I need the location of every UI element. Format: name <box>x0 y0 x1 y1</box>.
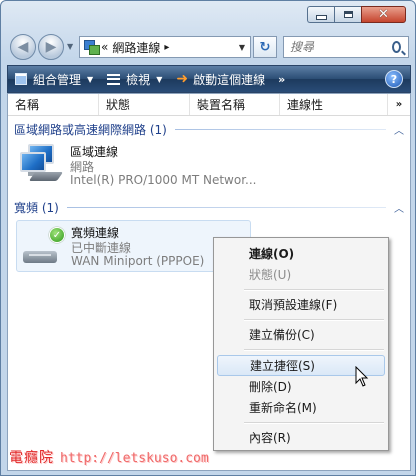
menu-item-cancel-default[interactable]: 取消預設連線(F) <box>217 294 385 315</box>
broadband-connection-icon: ✓ <box>19 225 65 269</box>
menu-separator <box>244 289 384 291</box>
chevron-down-icon: ▼ <box>156 74 163 84</box>
search-input[interactable] <box>284 39 392 55</box>
search-box[interactable] <box>283 36 409 58</box>
column-name[interactable]: 名稱 <box>8 94 99 115</box>
close-button[interactable]: ✕ <box>361 6 406 23</box>
refresh-button[interactable]: ↻ <box>253 36 277 58</box>
organize-label: 組合管理 <box>33 72 82 87</box>
group-header-broadband[interactable]: 寬頻 (1) ︿ <box>14 199 404 215</box>
watermark: 電癮院 http://letskuso.com <box>9 447 209 467</box>
views-button[interactable]: 檢視 ▼ <box>100 66 169 92</box>
start-connection-label: 啟動這個連線 <box>193 72 266 87</box>
group-divider <box>174 128 386 130</box>
explorer-window: ✕ ◀ ▶ ▼ « 網路連線 ▸ ▼ ↻ 組合管理 ▼ 檢視 ▼ ➜ 啟動這個連… <box>0 0 416 476</box>
refresh-icon: ↻ <box>259 39 271 55</box>
address-prefix[interactable]: « <box>101 40 108 54</box>
group-title: 區域網路或高速網際網路 (1) <box>14 122 167 137</box>
context-menu: 連線(O) 狀態(U) 取消預設連線(F) 建立備份(C) 建立捷徑(S) 刪除… <box>213 237 389 451</box>
mouse-pointer-icon <box>355 366 369 387</box>
menu-item-connect[interactable]: 連線(O) <box>217 243 385 264</box>
minimize-button[interactable] <box>307 6 334 23</box>
command-bar: 組合管理 ▼ 檢視 ▼ ➜ 啟動這個連線 » ? <box>7 65 411 93</box>
column-connectivity[interactable]: 連線性 <box>280 94 388 115</box>
connect-arrow-icon: ➜ <box>176 71 189 87</box>
list-item[interactable]: 區域連線 網路 Intel(R) PRO/1000 MT Networ... <box>16 140 257 192</box>
menu-item-create-copy[interactable]: 建立備份(C) <box>217 324 385 345</box>
views-label: 檢視 <box>126 72 151 87</box>
menu-item-status: 狀態(U) <box>249 268 292 282</box>
organize-icon <box>15 73 27 85</box>
menu-item-rename[interactable]: 重新命名(M) <box>217 397 385 418</box>
column-more-button[interactable]: » <box>388 94 410 115</box>
connection-device: Intel(R) PRO/1000 MT Networ... <box>70 173 257 187</box>
back-button[interactable]: ◀ <box>10 34 36 60</box>
forward-arrow-icon: ▶ <box>45 39 57 55</box>
toolbar-more-button[interactable]: » <box>272 73 291 86</box>
recent-pages-dropdown[interactable]: ▼ <box>67 42 73 51</box>
chevron-down-icon: ▼ <box>87 74 94 84</box>
group-title: 寬頻 (1) <box>14 200 59 215</box>
search-icon[interactable] <box>392 41 401 53</box>
views-icon <box>107 73 121 85</box>
network-folder-icon <box>84 40 100 55</box>
group-divider <box>66 206 386 208</box>
forward-button[interactable]: ▶ <box>38 34 64 60</box>
help-icon: ? <box>390 72 398 86</box>
connection-device: WAN Miniport (PPPOE) <box>71 254 205 268</box>
organize-button[interactable]: 組合管理 ▼ <box>8 66 100 92</box>
watermark-brand: 電癮院 <box>9 450 54 466</box>
collapse-chevron-icon[interactable]: ︿ <box>394 122 404 137</box>
group-header-lan[interactable]: 區域網路或高速網際網路 (1) ︿ <box>14 121 404 137</box>
close-icon: ✕ <box>378 7 389 22</box>
caption-buttons: ✕ <box>307 6 406 23</box>
address-bar[interactable]: « 網路連線 ▸ ▼ <box>79 36 251 58</box>
menu-item-properties[interactable]: 內容(R) <box>217 427 385 448</box>
address-path[interactable]: 網路連線 <box>112 39 160 56</box>
column-status[interactable]: 狀態 <box>99 94 190 115</box>
check-icon: ✓ <box>49 227 65 243</box>
watermark-url: http://letskuso.com <box>60 451 209 466</box>
column-headers: 名稱 狀態 裝置名稱 連線性 » <box>8 94 410 116</box>
minimize-icon <box>315 15 327 20</box>
help-button[interactable]: ? <box>385 70 403 88</box>
menu-separator <box>244 422 384 424</box>
maximize-button[interactable] <box>334 6 361 23</box>
menu-separator <box>244 319 384 321</box>
back-arrow-icon: ◀ <box>17 39 29 55</box>
address-dropdown-icon[interactable]: ▼ <box>239 43 245 52</box>
address-separator[interactable]: ▸ <box>164 42 169 53</box>
maximize-icon <box>343 11 353 18</box>
menu-separator <box>244 349 384 351</box>
lan-connection-icon <box>18 144 64 188</box>
column-device-name[interactable]: 裝置名稱 <box>190 94 280 115</box>
collapse-chevron-icon[interactable]: ︿ <box>394 200 404 215</box>
start-connection-button[interactable]: ➜ 啟動這個連線 <box>169 66 272 92</box>
